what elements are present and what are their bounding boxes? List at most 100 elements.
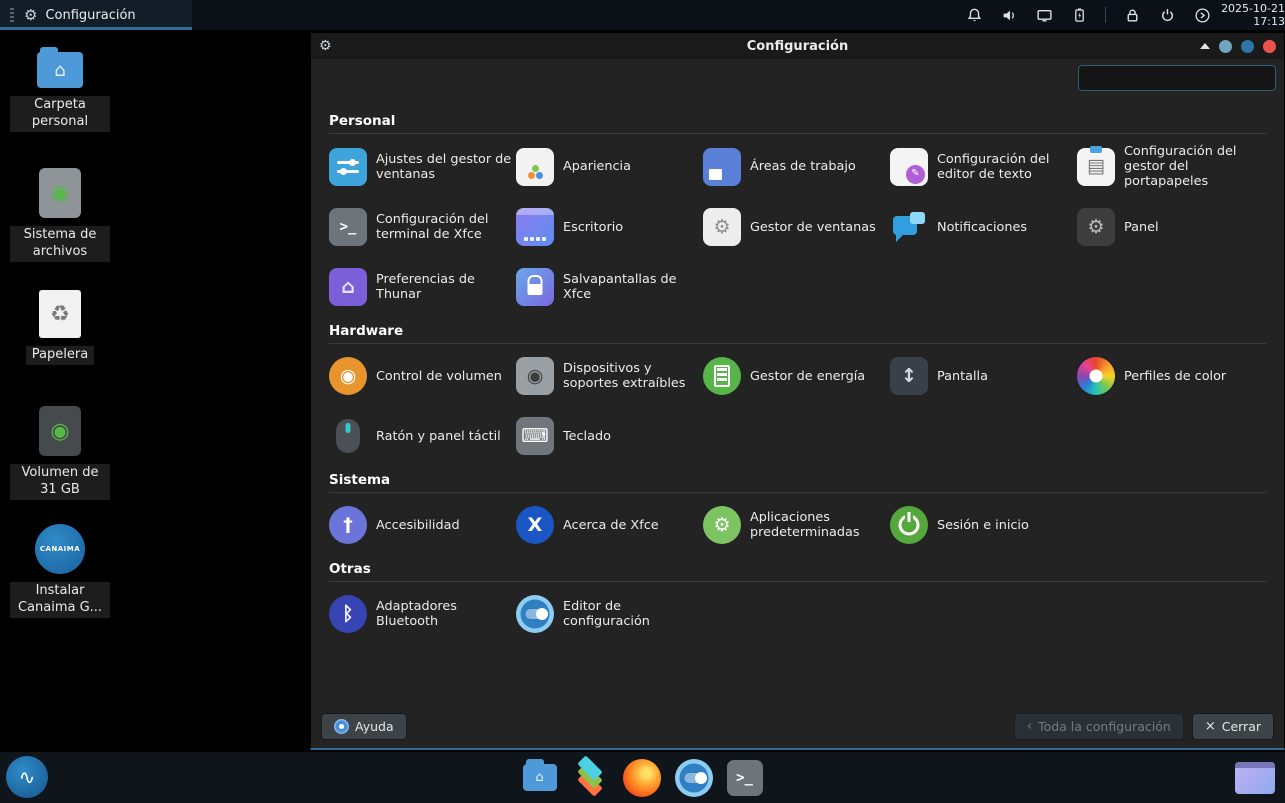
- desktop-icon-label: Papelera: [26, 346, 94, 365]
- settings-item-color-profiles[interactable]: Perfiles de color: [1077, 354, 1264, 398]
- settings-item-clipboard-manager-settings[interactable]: ▤Configuración del gestor del portapapel…: [1077, 144, 1264, 189]
- dock-config-editor-button[interactable]: [675, 759, 713, 797]
- desktop-icon-volume-31gb[interactable]: ◉Volumen de 31 GB: [10, 406, 110, 500]
- settings-item-accessibility[interactable]: † Accesibilidad: [329, 503, 516, 547]
- all-settings-button[interactable]: ‹ Toda la configuración: [1014, 713, 1184, 740]
- settings-item-desktop-settings[interactable]: Escritorio: [516, 205, 703, 249]
- settings-item-workspaces[interactable]: Áreas de trabajo: [703, 144, 890, 189]
- settings-item-label: Ajustes del gestor de ventanas: [376, 152, 512, 182]
- help-icon: [334, 719, 349, 734]
- dock-firefox-button[interactable]: [623, 759, 661, 797]
- settings-item-display-settings[interactable]: ↕Pantalla: [890, 354, 1077, 398]
- settings-item-volume-control[interactable]: ◉Control de volumen: [329, 354, 516, 398]
- clock[interactable]: 2025-10-21 17:13: [1221, 2, 1285, 28]
- settings-item-label: Configuración del editor de texto: [937, 152, 1073, 182]
- panel-settings-icon: ⚙: [1077, 208, 1115, 246]
- settings-item-default-applications[interactable]: ⚙Aplicaciones predeterminadas: [703, 503, 890, 547]
- settings-item-label: Configuración del gestor del portapapele…: [1124, 144, 1260, 189]
- section-title-hardware: Hardware: [329, 323, 1266, 339]
- desktop-icon-trash[interactable]: ♻Papelera: [10, 290, 110, 365]
- show-desktop-button[interactable]: [1235, 762, 1275, 794]
- thunar-preferences-icon: ⌂: [329, 268, 367, 306]
- settings-item-thunar-preferences[interactable]: ⌂ Preferencias de Thunar: [329, 265, 516, 309]
- settings-item-label: Salvapantallas de Xfce: [563, 272, 699, 302]
- dock-file-manager-button[interactable]: ⌂: [523, 764, 557, 791]
- close-button-footer[interactable]: × Cerrar: [1192, 713, 1274, 740]
- settings-item-about-xfce[interactable]: XAcerca de Xfce: [516, 503, 703, 547]
- text-editor-settings-icon: ✎: [890, 148, 928, 186]
- audio-icon[interactable]: [1000, 6, 1018, 24]
- window-manager-icon: ⚙: [703, 208, 741, 246]
- lock-icon[interactable]: [1123, 6, 1141, 24]
- minimize-button[interactable]: [1219, 40, 1232, 53]
- close-button-label: Cerrar: [1222, 719, 1261, 734]
- settings-item-mouse-touchpad[interactable]: Ratón y panel táctil: [329, 414, 516, 458]
- notifications-icon[interactable]: [965, 6, 983, 24]
- settings-item-removable-devices[interactable]: ◉Dispositivos y soportes extraíbles: [516, 354, 703, 398]
- mouse-touchpad-icon: [329, 417, 367, 455]
- shade-button[interactable]: [1200, 43, 1210, 49]
- help-button[interactable]: Ayuda: [321, 713, 407, 740]
- about-xfce-icon: X: [516, 506, 554, 544]
- desktop-icon-canaima-installer[interactable]: CANAIMAInstalar Canaima G...: [10, 524, 110, 618]
- taskbar-window-button[interactable]: ⚙ Configuración: [0, 0, 192, 30]
- settings-item-bluetooth-adapters[interactable]: ᛒ Adaptadores Bluetooth: [329, 592, 516, 636]
- desktop-icon-filesystem[interactable]: ◉Sistema de archivos: [10, 168, 110, 262]
- settings-item-label: Panel: [1124, 220, 1159, 235]
- settings-item-label: Adaptadores Bluetooth: [376, 599, 512, 629]
- dock-layers-app-button[interactable]: [571, 758, 609, 798]
- settings-window: ⚙ Configuración PersonalAjustes del gest…: [310, 32, 1285, 750]
- appearance-icon: [516, 148, 554, 186]
- workspaces-icon: [703, 148, 741, 186]
- settings-item-label: Aplicaciones predeterminadas: [750, 510, 886, 540]
- top-panel: ⚙ Configuración 2025-10-21 17:13: [0, 0, 1285, 30]
- settings-item-window-manager-tweaks[interactable]: Ajustes del gestor de ventanas: [329, 144, 516, 189]
- search-input[interactable]: [1078, 65, 1276, 91]
- titlebar[interactable]: ⚙ Configuración: [311, 33, 1284, 59]
- window-title: Configuración: [311, 39, 1284, 54]
- desktop-icon-label: Sistema de archivos: [10, 226, 110, 262]
- clock-time: 17:13: [1221, 15, 1285, 28]
- settings-item-keyboard[interactable]: ⌨Teclado: [516, 414, 703, 458]
- display-settings-icon: ↕: [890, 357, 928, 395]
- desktop-icon-label: Carpeta personal: [10, 96, 110, 132]
- tray-separator: [1105, 7, 1106, 23]
- bluetooth-adapters-icon: ᛒ: [329, 595, 367, 633]
- settings-item-xfce-screensaver[interactable]: Salvapantallas de Xfce: [516, 265, 703, 309]
- settings-item-session-startup[interactable]: Sesión e inicio: [890, 503, 1077, 547]
- dock-terminal-button[interactable]: >_: [727, 760, 763, 796]
- settings-item-label: Apariencia: [563, 159, 631, 174]
- settings-item-label: Escritorio: [563, 220, 623, 235]
- notifications-settings-icon: [890, 208, 928, 246]
- settings-item-label: Áreas de trabajo: [750, 159, 856, 174]
- settings-item-label: Editor de configuración: [563, 599, 699, 629]
- settings-item-configuration-editor[interactable]: Editor de configuración: [516, 592, 703, 636]
- settings-item-power-manager[interactable]: Gestor de energía: [703, 354, 890, 398]
- clock-date: 2025-10-21: [1221, 2, 1285, 15]
- section-title-otras: Otras: [329, 561, 1266, 577]
- settings-item-label: Sesión e inicio: [937, 518, 1029, 533]
- window-gear-icon: ⚙: [319, 39, 332, 53]
- distributor-icon[interactable]: [1193, 6, 1211, 24]
- settings-item-label: Accesibilidad: [376, 518, 460, 533]
- section-divider: [329, 492, 1266, 493]
- desktop-icon-label: Volumen de 31 GB: [10, 464, 110, 500]
- accessibility-icon: †: [329, 506, 367, 544]
- settings-item-label: Preferencias de Thunar: [376, 272, 512, 302]
- close-button[interactable]: [1263, 40, 1276, 53]
- xfce-terminal-settings-icon: >_: [329, 208, 367, 246]
- close-x-icon: ×: [1205, 719, 1216, 734]
- settings-item-label: Gestor de ventanas: [750, 220, 876, 235]
- settings-item-panel-settings[interactable]: ⚙ Panel: [1077, 205, 1264, 249]
- settings-item-text-editor-settings[interactable]: ✎ Configuración del editor de texto: [890, 144, 1077, 189]
- canaima-menu-button[interactable]: ∿: [6, 756, 48, 798]
- display-icon[interactable]: [1035, 6, 1053, 24]
- settings-item-appearance[interactable]: Apariencia: [516, 144, 703, 189]
- settings-item-xfce-terminal-settings[interactable]: >_Configuración del terminal de Xfce: [329, 205, 516, 249]
- desktop-icon-home-folder[interactable]: ⌂Carpeta personal: [10, 52, 110, 132]
- power-icon[interactable]: [1158, 6, 1176, 24]
- settings-item-window-manager[interactable]: ⚙ Gestor de ventanas: [703, 205, 890, 249]
- maximize-button[interactable]: [1241, 40, 1254, 53]
- battery-icon[interactable]: [1070, 6, 1088, 24]
- settings-item-notifications-settings[interactable]: Notificaciones: [890, 205, 1077, 249]
